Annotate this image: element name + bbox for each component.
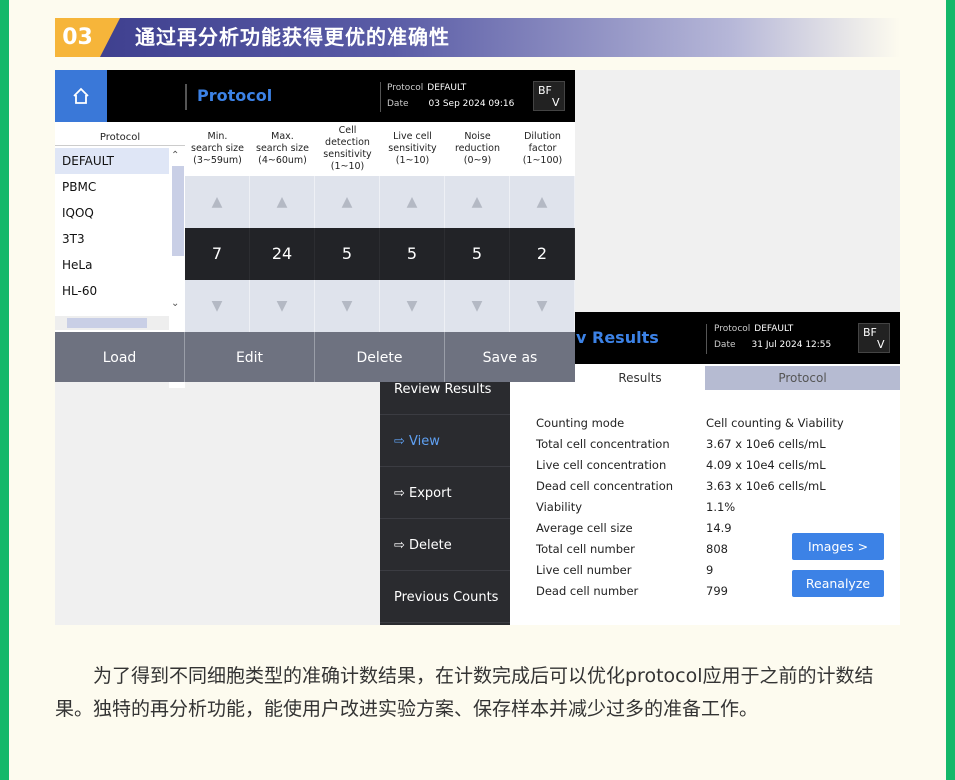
- load-button[interactable]: Load: [55, 332, 185, 382]
- list-item[interactable]: HL-60: [55, 278, 169, 304]
- results-title: v Results: [576, 328, 659, 347]
- scroll-thumb[interactable]: [172, 166, 184, 256]
- protocol-list: DEFAULT PBMC IQOQ 3T3 HeLa HL-60: [55, 148, 169, 304]
- tab-protocol[interactable]: Protocol: [705, 366, 900, 390]
- param-value[interactable]: 2: [510, 228, 575, 280]
- menu-export[interactable]: ⇨ Export: [380, 468, 510, 519]
- param-value[interactable]: 5: [380, 228, 445, 280]
- list-horizontal-scrollbar[interactable]: [55, 316, 169, 330]
- param-value[interactable]: 7: [185, 228, 250, 280]
- bf-v-toggle[interactable]: BF V: [858, 323, 890, 353]
- list-item[interactable]: PBMC: [55, 174, 169, 200]
- decrement-row: ▼ ▼ ▼ ▼ ▼ ▼: [185, 280, 575, 332]
- parameter-headers: Min. search size (3~59um) Max. search size(…: [185, 122, 575, 176]
- scroll-up-icon[interactable]: ⌃: [171, 150, 179, 161]
- scroll-down-icon[interactable]: ⌄: [171, 298, 179, 309]
- decrement-arrow-icon[interactable]: ▼: [315, 280, 380, 332]
- param-value[interactable]: 24: [250, 228, 315, 280]
- param-value[interactable]: 5: [315, 228, 380, 280]
- result-row: Viability 1.1%: [536, 500, 736, 514]
- reanalyze-button[interactable]: Reanalyze: [792, 570, 884, 597]
- results-meta-protocol: Protocol DEFAULT: [714, 324, 794, 334]
- increment-arrow-icon[interactable]: ▲: [380, 176, 445, 228]
- protocol-meta-protocol: Protocol DEFAULT: [387, 83, 467, 93]
- protocol-title: Protocol: [197, 86, 273, 105]
- results-meta-date: Date 31 Jul 2024 12:55: [714, 340, 832, 350]
- decrement-arrow-icon[interactable]: ▼: [380, 280, 445, 332]
- home-button[interactable]: [55, 70, 107, 122]
- col-dilution-factor: Dilution factor (1~100): [522, 131, 563, 166]
- col-max-search-size: Max. search size (4~60um): [256, 131, 309, 166]
- protocol-top-bar: Protocol Protocol DEFAULT Date 03 Sep 2024…: [55, 70, 575, 122]
- protocol-window: Protocol Protocol DEFAULT Date 03 Sep 2024…: [55, 70, 575, 388]
- right-border: [946, 0, 955, 780]
- col-min-search-size: Min. search size (3~59um): [191, 131, 244, 166]
- result-row: Total cell concentration 3.67 x 10e6 cell…: [536, 437, 826, 451]
- description-paragraph: 为了得到不同细胞类型的准确计数结果，在计数完成后可以优化protocol应用于之…: [55, 665, 874, 720]
- section-number: 03: [55, 18, 100, 57]
- list-item[interactable]: HeLa: [55, 252, 169, 278]
- menu-delete[interactable]: ⇨ Delete: [380, 520, 510, 571]
- results-side-menu: Review Results ⇨ View ⇨ Export ⇨ Delete …: [380, 364, 510, 625]
- section-number-slant: [100, 18, 120, 57]
- result-row: Live cell concentration 4.09 x 10e4 cells…: [536, 458, 826, 472]
- section-header: 03 通过再分析功能获得更优的准确性: [55, 18, 900, 57]
- left-border: [0, 0, 9, 780]
- increment-arrow-icon[interactable]: ▲: [315, 176, 380, 228]
- delete-button[interactable]: Delete: [315, 332, 445, 382]
- increment-arrow-icon[interactable]: ▲: [185, 176, 250, 228]
- menu-previous-counts[interactable]: Previous Counts: [380, 572, 510, 623]
- protocol-list-header: Protocol: [55, 122, 185, 146]
- decrement-arrow-icon[interactable]: ▼: [510, 280, 575, 332]
- list-item[interactable]: IQOQ: [55, 200, 169, 226]
- col-noise-reduction: Noise reduction (0~9): [454, 131, 500, 166]
- result-row: Dead cell concentration 3.63 x 10e6 cells…: [536, 479, 826, 493]
- increment-row: ▲ ▲ ▲ ▲ ▲ ▲: [185, 176, 575, 228]
- param-value[interactable]: 5: [445, 228, 510, 280]
- protocol-meta-divider: [380, 82, 381, 112]
- hscroll-thumb[interactable]: [67, 318, 147, 328]
- increment-arrow-icon[interactable]: ▲: [510, 176, 575, 228]
- increment-arrow-icon[interactable]: ▲: [250, 176, 315, 228]
- decrement-arrow-icon[interactable]: ▼: [250, 280, 315, 332]
- decrement-arrow-icon[interactable]: ▼: [445, 280, 510, 332]
- col-live-cell-sensitivity: Live cell sensitivity (1~10): [388, 131, 437, 166]
- home-icon: [73, 87, 89, 104]
- section-title: 通过再分析功能获得更优的准确性: [135, 25, 450, 49]
- results-meta-divider: [706, 324, 707, 354]
- menu-view[interactable]: ⇨ View: [380, 416, 510, 467]
- result-row: Counting mode Cell counting & Viability: [536, 416, 844, 430]
- increment-arrow-icon[interactable]: ▲: [445, 176, 510, 228]
- edit-button[interactable]: Edit: [185, 332, 315, 382]
- decrement-arrow-icon[interactable]: ▼: [185, 280, 250, 332]
- col-cell-detection-sensitivity: Cell detection sensitivity (1~10): [323, 125, 372, 172]
- protocol-meta-date: Date 03 Sep 2024 09:16: [387, 99, 515, 109]
- title-divider: [185, 84, 187, 110]
- bf-v-toggle[interactable]: BF V: [533, 81, 565, 111]
- list-item[interactable]: 3T3: [55, 226, 169, 252]
- value-row: 7 24 5 5 5 2: [185, 228, 575, 280]
- save-as-button[interactable]: Save as: [445, 332, 575, 382]
- images-button[interactable]: Images >: [792, 533, 884, 560]
- protocol-action-bar: Load Edit Delete Save as: [55, 332, 575, 382]
- list-item[interactable]: DEFAULT: [55, 148, 169, 174]
- tab-results[interactable]: Results: [575, 366, 705, 390]
